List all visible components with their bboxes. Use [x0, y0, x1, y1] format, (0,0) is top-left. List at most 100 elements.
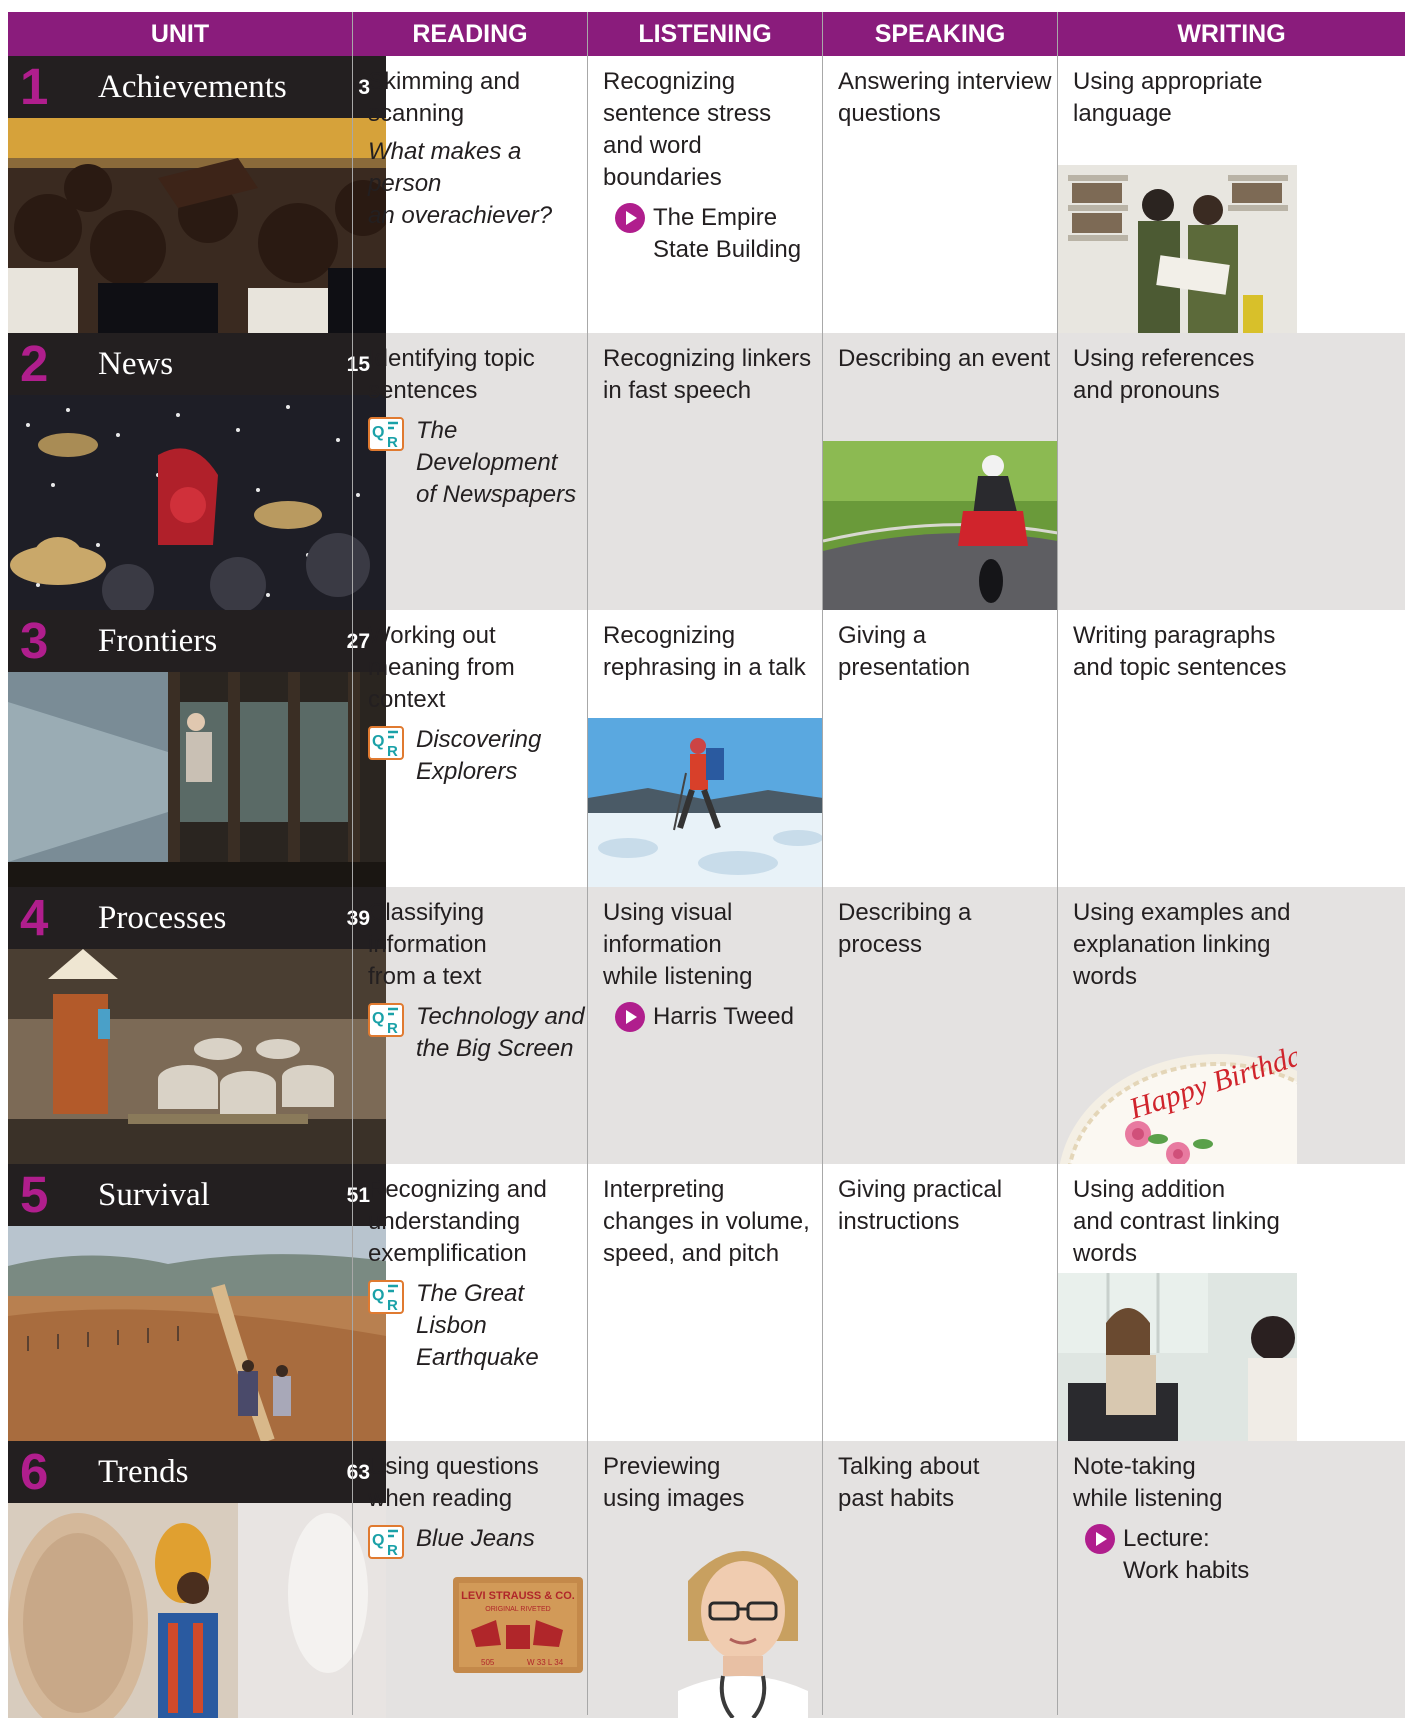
listening-skill-line: Recognizing — [603, 622, 736, 649]
levis-label-photo: LEVI STRAUSS & CO. ORIGINAL RIVETED 505 … — [451, 1575, 585, 1675]
header-unit-label: UNIT — [150, 19, 210, 48]
speaking-skill-line: questions — [838, 100, 941, 127]
speaking-cell: Talking about past habits — [823, 1441, 1058, 1718]
writing-skill-line: while listening — [1073, 1485, 1223, 1512]
column-divider — [1057, 12, 1058, 1715]
unit-title: Trends — [98, 1454, 189, 1490]
writing-skill-line: Note-taking — [1073, 1453, 1196, 1480]
qr-code-icon: QR — [368, 1280, 404, 1314]
speaking-photo-motorcycle — [823, 441, 1058, 610]
writing-photo-conversation — [1058, 1273, 1297, 1441]
writing-cell: Writing paragraphs and topic sentences — [1058, 610, 1405, 887]
qr-link[interactable]: QR The Great Lisbon Earthquake — [368, 1278, 588, 1374]
header-reading: READING — [353, 12, 587, 56]
listening-skill-line: Recognizing linkers — [603, 345, 812, 372]
play-icon — [1085, 1524, 1115, 1554]
video-link[interactable]: Lecture: Work habits — [1085, 1523, 1405, 1587]
svg-text:R: R — [387, 1542, 398, 1559]
header-reading-label: READING — [412, 19, 528, 48]
unit-title: Achievements — [98, 69, 287, 105]
qr-link[interactable]: QR Blue Jeans — [368, 1523, 588, 1559]
unit-photo-crowd — [8, 118, 386, 333]
listening-skill-line: information — [603, 931, 722, 958]
reading-skill-line: Classifying — [368, 899, 485, 926]
column-divider — [352, 12, 353, 1715]
reading-skill-line: information — [368, 931, 487, 958]
listening-skill-line: using images — [603, 1485, 745, 1512]
unit-row-5: 5 Survival 51 Recognizing and understand… — [8, 1164, 1405, 1441]
writing-skill-line: Using appropriate — [1073, 68, 1263, 95]
unit-number: 6 — [20, 1443, 49, 1500]
qr-title-line: Blue Jeans — [416, 1525, 535, 1552]
video-link[interactable]: The Empire State Building — [615, 202, 823, 266]
svg-text:Q: Q — [372, 733, 384, 750]
video-title-line: Lecture: — [1123, 1525, 1210, 1552]
speaking-skill-line: instructions — [838, 1208, 960, 1235]
speaking-skill-line: Giving a — [838, 622, 927, 649]
listening-photo-hiker — [588, 718, 823, 887]
listening-skill-line: changes in volume, — [603, 1208, 810, 1235]
header-unit: UNIT — [8, 12, 352, 56]
qr-link[interactable]: QR The Development of Newspapers — [368, 415, 588, 511]
speaking-skill-line: past habits — [838, 1485, 955, 1512]
speaking-skill-line: Describing an event — [838, 345, 1051, 372]
writing-skill-line: and topic sentences — [1073, 654, 1287, 681]
unit-title: Processes — [98, 900, 227, 936]
reading-cell: Classifying information from a text QR T… — [353, 887, 588, 1164]
writing-skill-line: language — [1073, 100, 1172, 127]
speaking-cell: Describing a process — [823, 887, 1058, 1164]
qr-title-line: Technology and — [416, 1003, 585, 1030]
reading-skill-line: meaning from — [368, 654, 515, 681]
header-writing: WRITING — [1058, 12, 1405, 56]
listening-skill-line: Previewing — [603, 1453, 721, 1480]
qr-code-icon: QR — [368, 417, 404, 451]
writing-photo-cake: Happy Birthday — [1058, 1044, 1297, 1164]
label-sub-text: ORIGINAL RIVETED — [485, 1606, 550, 1613]
writing-skill-line: Using examples and — [1073, 899, 1291, 926]
qr-link[interactable]: QR Discovering Explorers — [368, 724, 588, 788]
speaking-skill-line: Talking about — [838, 1453, 980, 1480]
unit-number: 5 — [20, 1166, 49, 1223]
writing-skill-line: words — [1073, 1240, 1138, 1267]
writing-skill-line: explanation linking — [1073, 931, 1271, 958]
reading-skill-line: from a text — [368, 963, 482, 990]
label-size-text-2: W 33 L 34 — [527, 1658, 564, 1667]
listening-skill-line: Recognizing — [603, 68, 736, 95]
video-link[interactable]: Harris Tweed — [615, 1001, 823, 1033]
qr-title-line: the Big Screen — [416, 1035, 574, 1062]
qr-code-icon: QR — [368, 726, 404, 760]
video-title-line: State Building — [653, 236, 802, 263]
listening-skill-line: Using visual — [603, 899, 733, 926]
unit-title-bar: 1 Achievements 3 — [8, 56, 386, 118]
qr-link[interactable]: QR Technology and the Big Screen — [368, 1001, 588, 1065]
speaking-cell: Answering interview questions — [823, 56, 1058, 333]
speaking-cell: Giving a presentation — [823, 610, 1058, 887]
unit-title: Survival — [98, 1177, 210, 1213]
svg-text:R: R — [387, 1020, 398, 1037]
listening-cell: Recognizing linkers in fast speech — [588, 333, 823, 610]
unit-number: 1 — [20, 58, 49, 115]
video-title-line: The Empire — [653, 204, 778, 231]
listening-skill-line: while listening — [603, 963, 753, 990]
column-divider — [822, 12, 823, 1715]
header-writing-label: WRITING — [1177, 19, 1286, 48]
writing-skill-line: words — [1073, 963, 1138, 990]
reading-cell: Skimming and scanning What makes a perso… — [353, 56, 588, 333]
qr-title-line: Earthquake — [416, 1344, 539, 1371]
unit-photo-landscape — [8, 1226, 386, 1441]
svg-text:R: R — [387, 1297, 398, 1314]
qr-title-line: The Great Lisbon — [416, 1280, 525, 1339]
header-speaking: SPEAKING — [823, 12, 1057, 56]
unit-row-2: 2 News 15 Identifying topic sentences QR — [8, 333, 1405, 610]
reading-skill-line: Using questions — [368, 1453, 539, 1480]
listening-skill-line: boundaries — [603, 164, 722, 191]
video-title-line: Harris Tweed — [653, 1003, 794, 1030]
unit-title: Frontiers — [98, 623, 218, 659]
speaking-skill-line: Giving practical — [838, 1176, 1003, 1203]
unit-number: 3 — [20, 612, 49, 669]
svg-text:R: R — [387, 434, 398, 451]
svg-text:Q: Q — [372, 1010, 384, 1027]
reading-skill-line: context — [368, 686, 446, 713]
unit-title-bar: 3 Frontiers 27 — [8, 610, 386, 672]
svg-text:Q: Q — [372, 424, 384, 441]
